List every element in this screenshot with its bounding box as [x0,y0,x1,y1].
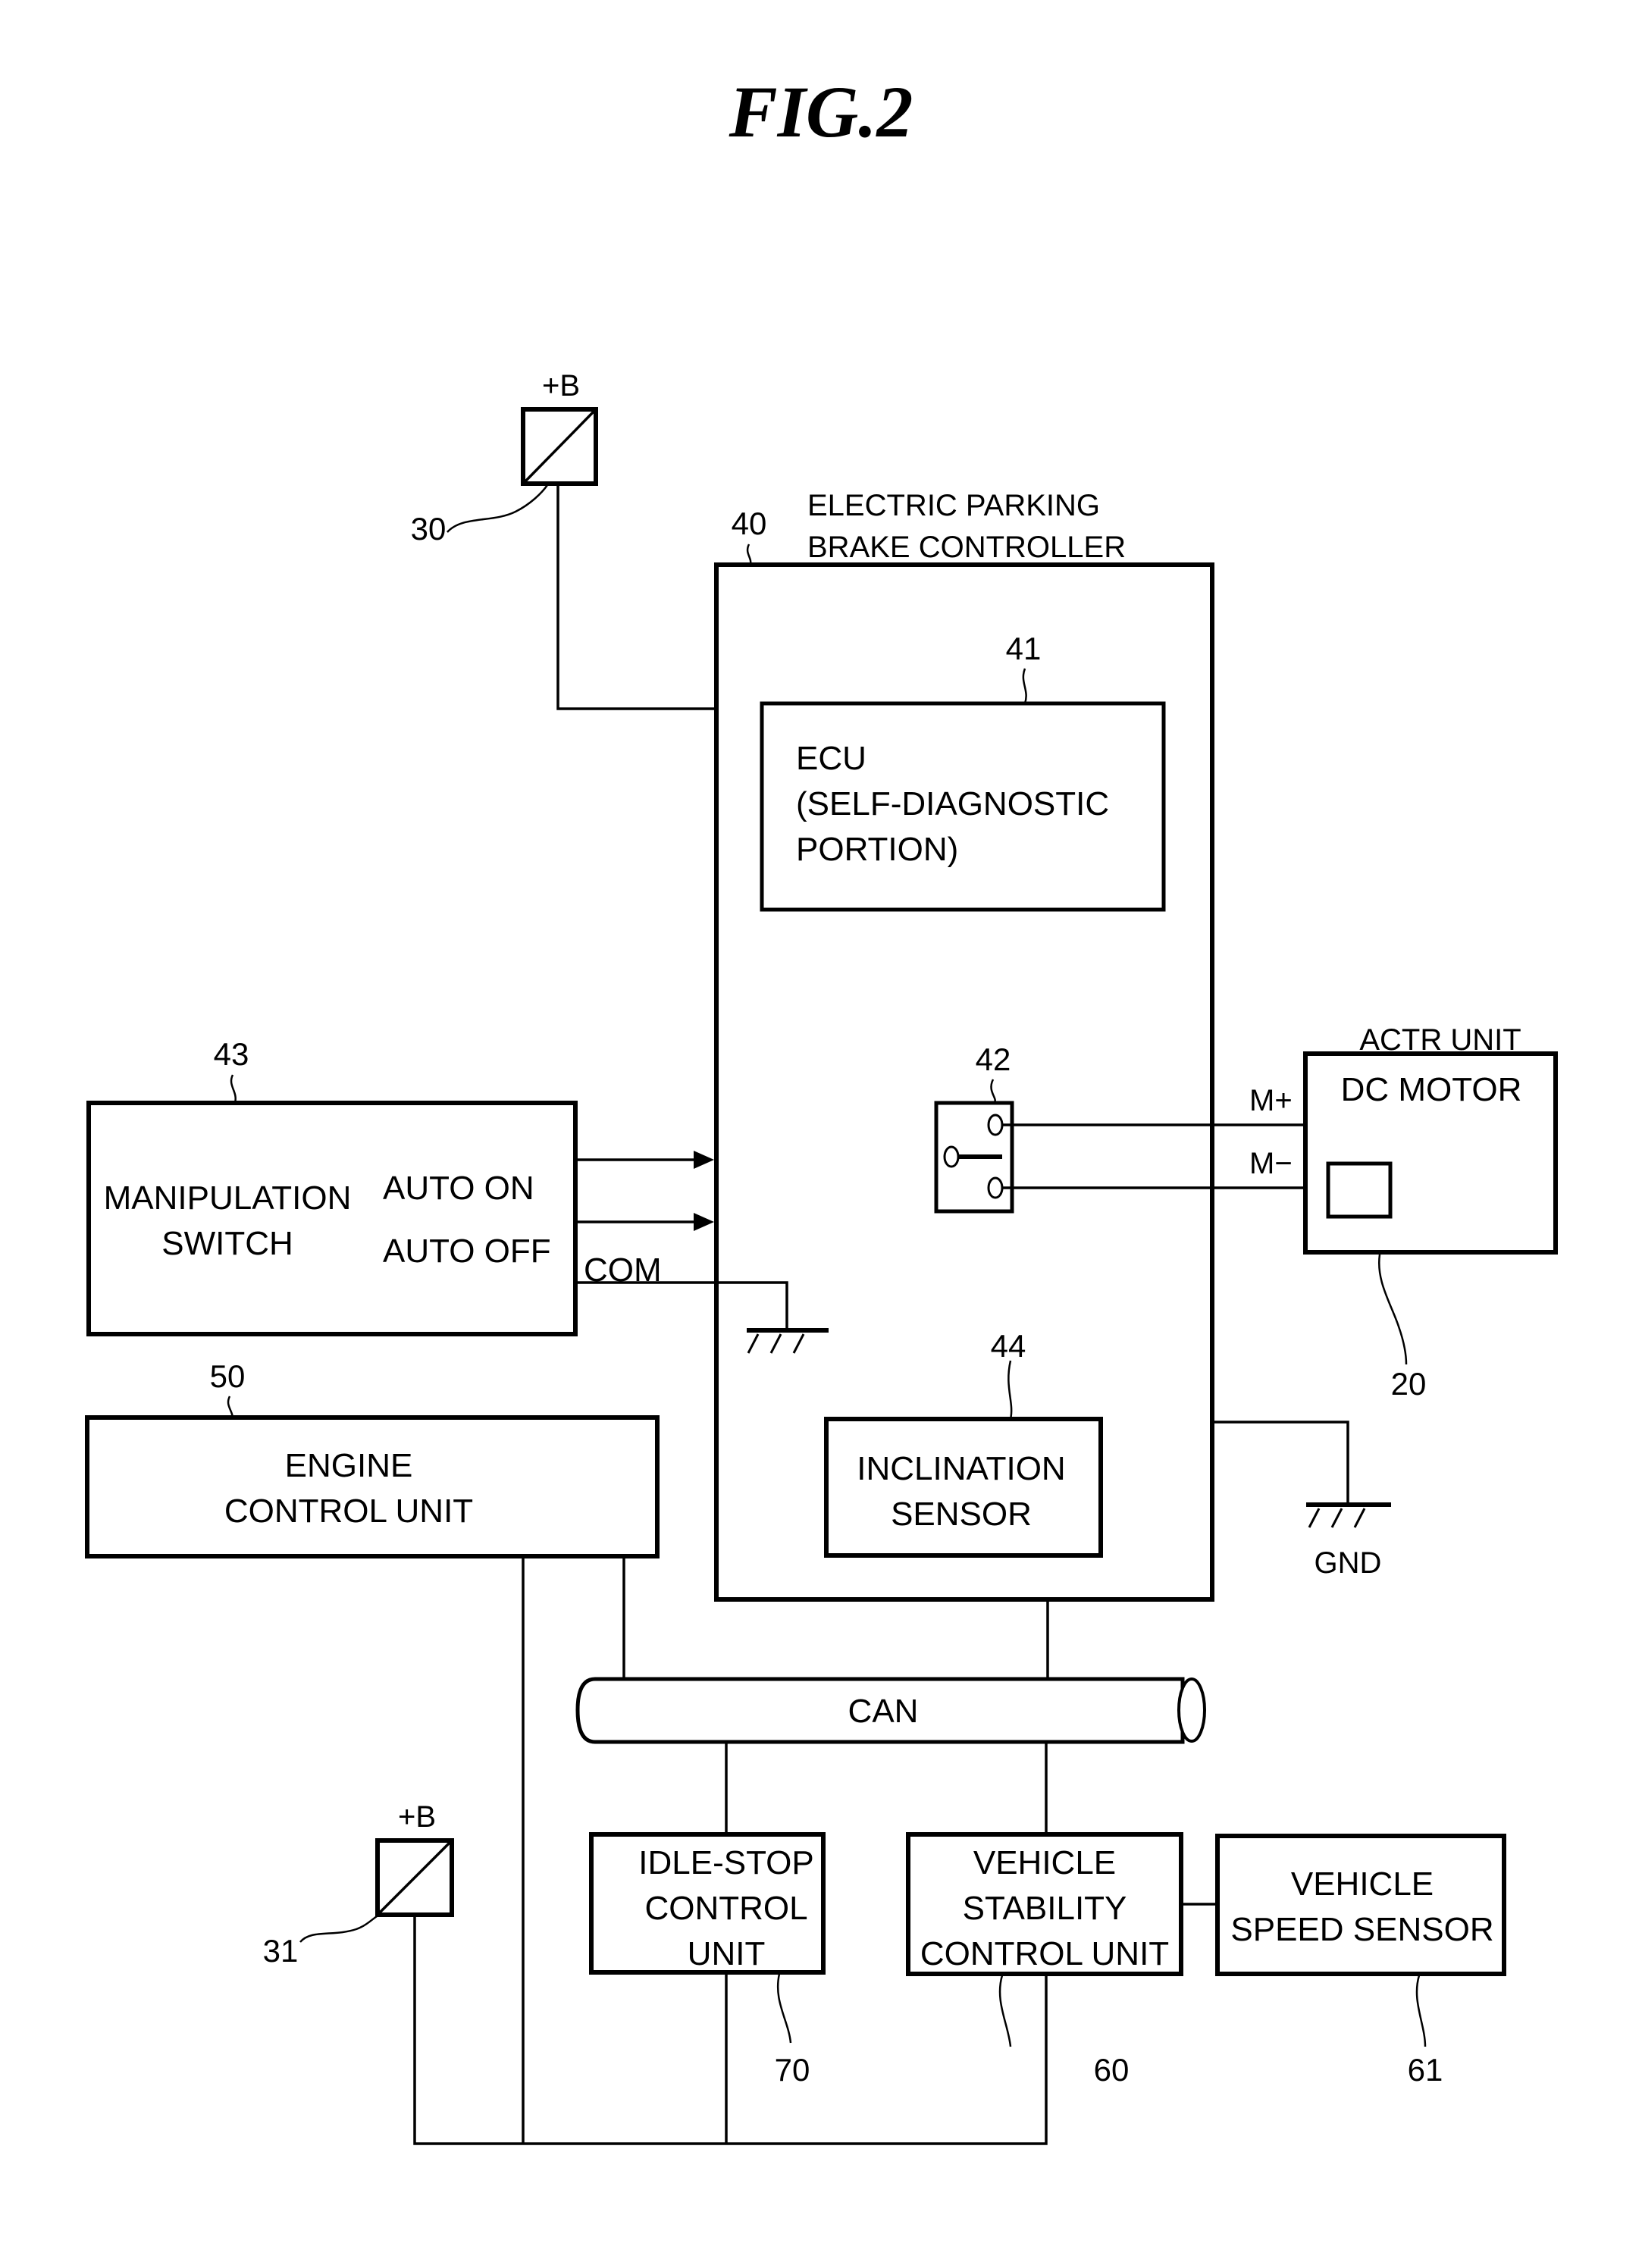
dc-motor-icon [1326,1161,1393,1219]
controller-title-line2: BRAKE CONTROLLER [807,531,1126,564]
inclination-line2: SENSOR [891,1496,1032,1533]
power-supply-label: +B [542,369,580,403]
leader-31 [299,1913,384,1943]
ref-31: 31 [263,1933,299,1969]
relay-contact-upper-icon [987,1114,1004,1136]
idle-stop-line3: UNIT [688,1935,766,1972]
figure-title: FIG.2 [729,71,913,152]
speed-sensor-line1: VEHICLE [1291,1865,1434,1903]
stability-line1: VEHICLE [973,1844,1116,1881]
actuator-unit-20: ACTR UNIT DC MOTOR 20 [1303,1023,1558,1402]
output-auto-on: AUTO ON [383,1170,534,1207]
idle-stop-control-unit-70: IDLE-STOP CONTROL UNIT 70 [589,1832,826,2088]
terminal-m-plus: M+ [1249,1084,1293,1117]
ref-30: 30 [411,511,447,547]
leader-70 [776,1973,792,2044]
ref-43: 43 [214,1036,249,1072]
ecu50-line2: CONTROL UNIT [224,1493,473,1530]
speed-sensor-box [1215,1834,1506,1976]
ecu50-line1: ENGINE [285,1447,413,1484]
ref-42: 42 [976,1042,1011,1077]
can-bus: CAN [575,1677,1206,1744]
relay-contact-lower-icon [987,1176,1004,1199]
leader-40 [746,544,752,565]
ecu-line3: PORTION) [796,831,958,868]
wire-gnd [1213,1421,1349,1505]
dc-motor-label: DC MOTOR [1341,1071,1522,1108]
ref-61: 61 [1408,2052,1443,2088]
speed-sensor-line2: SPEED SENSOR [1230,1911,1493,1948]
manipulation-switch-43: 43 MANIPULATION SWITCH AUTO ON AUTO OFF … [86,1036,662,1336]
ground-symbol-gnd-icon [1306,1502,1391,1528]
idle-stop-line1: IDLE-STOP [638,1844,813,1881]
power-supply-31: +B 31 [263,1800,454,1969]
ecu-line2: (SELF-DIAGNOSTIC [796,785,1109,822]
power-supply-31-label: +B [398,1800,436,1834]
controller-title-line1: ELECTRIC PARKING [807,489,1100,522]
ref-20: 20 [1391,1366,1427,1402]
stability-line3: CONTROL UNIT [920,1935,1169,1972]
block-diagram: FIG.2 +B 30 ELECTRIC PARKING BRAKE CONTR… [85,71,1558,2145]
manipulation-switch-box [86,1101,578,1336]
relay-common-contact-icon [943,1145,960,1168]
ref-50: 50 [210,1358,246,1394]
vehicle-speed-sensor-61: VEHICLE SPEED SENSOR 61 [1215,1834,1506,2088]
gnd-label: GND [1315,1546,1382,1580]
leader-61 [1415,1975,1427,2047]
ref-44: 44 [991,1328,1026,1364]
can-label: CAN [848,1693,919,1730]
ecu-line1: ECU [796,740,866,777]
ref-60: 60 [1094,2052,1130,2088]
leader-60 [998,1975,1012,2047]
engine-control-unit-50: 50 ENGINE CONTROL UNIT [85,1358,660,1558]
arrow-auto-off-icon [694,1213,714,1231]
leader-43 [230,1074,237,1104]
vehicle-stability-control-unit-60: VEHICLE STABILITY CONTROL UNIT 60 [906,1832,1183,2088]
can-bus-end-icon [1177,1678,1206,1743]
leader-20 [1377,1254,1408,1365]
arrow-auto-on-icon [694,1151,714,1169]
ref-41: 41 [1006,631,1042,666]
ref-70: 70 [775,2052,810,2088]
stability-line2: STABILITY [963,1890,1127,1927]
switch-label-line1: MANIPULATION [104,1179,352,1217]
switch-label-line2: SWITCH [161,1225,293,1262]
ref-40: 40 [732,506,767,541]
wire-power-30 [556,485,716,710]
terminal-m-minus: M− [1249,1147,1293,1180]
inclination-line1: INCLINATION [857,1450,1065,1487]
leader-30 [447,484,549,533]
engine-control-unit-box [85,1415,660,1558]
inclination-sensor-box [824,1417,1103,1558]
idle-stop-line2: CONTROL [644,1890,807,1927]
power-supply-30: +B 30 [411,369,598,547]
output-auto-off: AUTO OFF [383,1233,551,1270]
